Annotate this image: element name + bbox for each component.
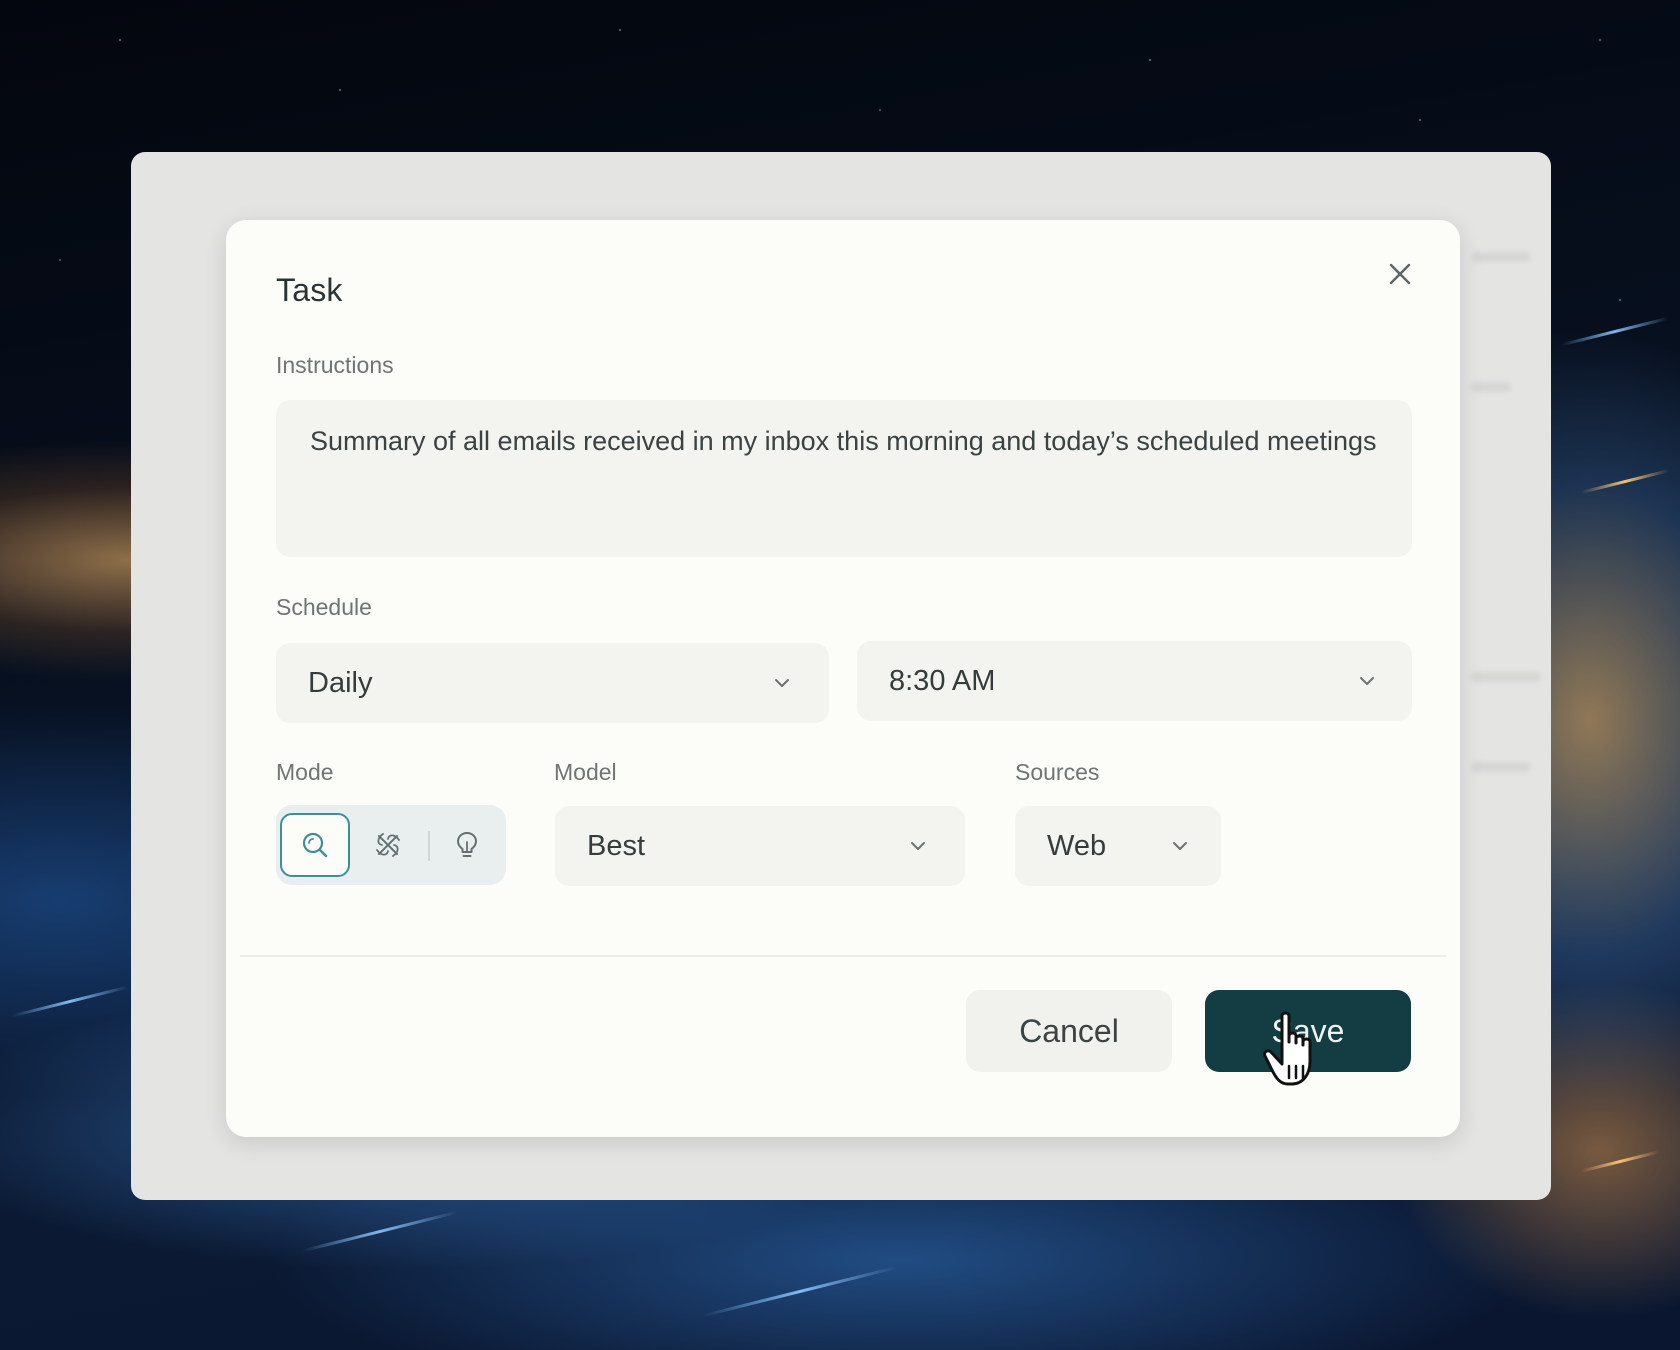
schedule-frequency-select[interactable]: Daily [276,643,829,723]
task-dialog: Task Instructions Summary of all emails … [226,220,1460,1137]
lightbulb-icon [457,832,477,857]
sources-select[interactable]: Web [1015,806,1221,886]
sources-value: Web [1047,830,1107,862]
instructions-text: Summary of all emails received in my inb… [310,426,1377,456]
model-label: Model [554,759,617,785]
sources-label: Sources [1015,759,1100,785]
research-icon [376,833,400,857]
mode-search-button[interactable] [280,813,350,877]
schedule-frequency-value: Daily [308,667,373,699]
close-button[interactable] [1382,256,1418,292]
chevron-down-icon [1173,842,1187,850]
chevron-down-icon [775,679,789,687]
search-icon [302,832,328,858]
mode-separator [428,831,430,861]
chevron-down-icon [911,842,925,850]
model-select[interactable]: Best [555,806,965,886]
save-button[interactable]: Save [1205,990,1411,1072]
mode-research-button[interactable] [353,813,423,877]
desktop-background: Task Instructions Summary of all emails … [0,0,1680,1350]
instructions-textarea[interactable]: Summary of all emails received in my inb… [276,400,1412,557]
instructions-label: Instructions [276,352,394,378]
close-icon [1389,263,1411,285]
mode-lightbulb-button[interactable] [432,813,502,877]
schedule-label: Schedule [276,594,372,620]
dialog-title: Task [276,272,343,308]
schedule-time-select[interactable]: 8:30 AM [857,641,1412,721]
mode-label: Mode [276,759,334,785]
cancel-button[interactable]: Cancel [966,990,1172,1072]
schedule-time-value: 8:30 AM [889,665,996,697]
mode-selector [276,805,506,885]
chevron-down-icon [1360,677,1374,685]
dialog-divider [240,955,1446,957]
model-value: Best [587,830,646,862]
